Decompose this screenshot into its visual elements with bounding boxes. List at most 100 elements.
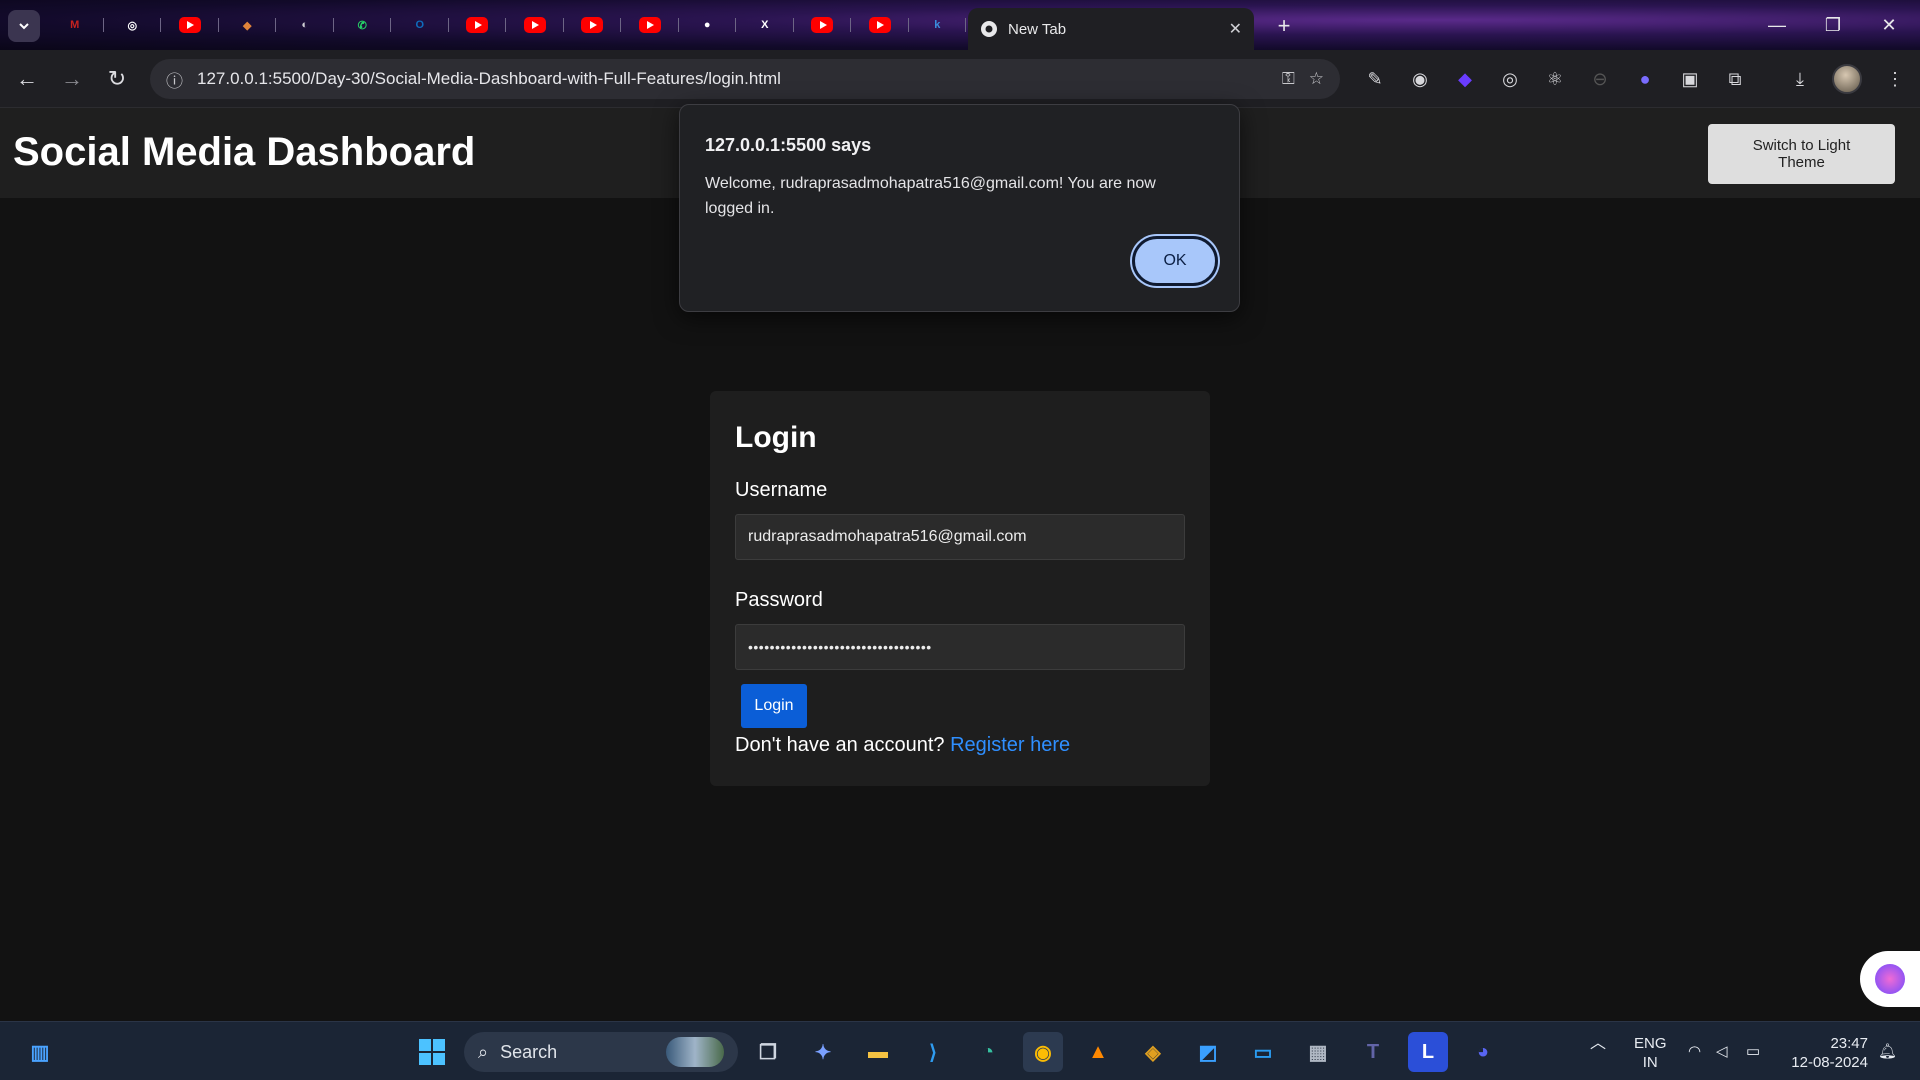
clock[interactable]: 23:47 12-08-2024 xyxy=(1788,1034,1868,1072)
eyedropper-icon[interactable]: ✎ xyxy=(1360,64,1390,94)
vlc-icon[interactable]: ▲ xyxy=(1078,1032,1118,1072)
target-icon[interactable]: ◎ xyxy=(1495,64,1525,94)
taskbar: ▥ ⌕ Search ❐ ✦ ▬ ⟩ ◔ ◉ ▲ ◈ ◩ ▭ ▦ T L ◕ ︿… xyxy=(0,1021,1920,1080)
app-l-icon[interactable]: L xyxy=(1408,1032,1448,1072)
taskbar-search-label: Search xyxy=(500,1041,558,1062)
photos-icon[interactable]: ◩ xyxy=(1188,1032,1228,1072)
pinned-tabs: M ◎ ◆ ◐ ✆ O ● Xk xyxy=(46,8,966,42)
windows-logo-icon xyxy=(419,1039,445,1065)
password-label: Password xyxy=(735,589,823,611)
youtube-icon xyxy=(811,17,834,33)
teams-icon[interactable]: T xyxy=(1353,1032,1393,1072)
menu-kebab-icon[interactable]: ⋮ xyxy=(1880,64,1910,94)
start-button[interactable] xyxy=(412,1032,452,1072)
pinned-tab[interactable] xyxy=(161,8,219,42)
youtube-icon xyxy=(868,17,891,33)
language-indicator[interactable]: ENG IN xyxy=(1634,1034,1667,1072)
search-highlight-image xyxy=(666,1037,724,1067)
new-tab-button[interactable]: + xyxy=(1270,12,1298,40)
extension-drop-icon[interactable]: ● xyxy=(1630,64,1660,94)
tray-overflow-icon[interactable]: ︿ xyxy=(1590,1034,1606,1053)
pinned-tab[interactable] xyxy=(506,8,564,42)
login-heading: Login xyxy=(735,421,817,454)
theme-toggle-button[interactable]: Switch to Light Theme xyxy=(1708,124,1895,184)
pinned-tab[interactable] xyxy=(851,8,909,42)
pinned-tab[interactable] xyxy=(621,8,679,42)
outlook-icon: O xyxy=(415,19,425,31)
edge-icon[interactable]: ◔ xyxy=(968,1032,1008,1072)
copilot-icon[interactable]: ✦ xyxy=(803,1032,843,1072)
volume-icon[interactable]: ◁ xyxy=(1716,1042,1728,1061)
pinned-tab[interactable]: k xyxy=(909,8,967,42)
active-tab-title: New Tab xyxy=(1008,20,1067,38)
pinned-tab[interactable]: ◎ xyxy=(104,8,162,42)
close-window-button[interactable]: ✕ xyxy=(1866,10,1912,40)
pinned-tab[interactable]: ● xyxy=(679,8,737,42)
username-label: Username xyxy=(735,479,828,501)
github-icon: ● xyxy=(703,19,711,31)
react-icon[interactable]: ⚛ xyxy=(1540,64,1570,94)
battery-icon[interactable]: ▭ xyxy=(1746,1042,1760,1061)
extension-icon[interactable]: ◉ xyxy=(1405,64,1435,94)
clock-time: 23:47 xyxy=(1830,1035,1868,1052)
task-view-icon[interactable]: ❐ xyxy=(748,1032,788,1072)
pinned-tab[interactable]: ✆ xyxy=(334,8,392,42)
address-bar[interactable]: ⓘ 127.0.0.1:5500/Day-30/Social-Media-Das… xyxy=(150,59,1340,99)
taskbar-search[interactable]: ⌕ Search xyxy=(464,1032,738,1072)
pinned-tab[interactable]: O xyxy=(391,8,449,42)
pinned-tab[interactable]: ◐ xyxy=(276,8,334,42)
username-input[interactable]: rudraprasadmohapatra516@gmail.com xyxy=(735,514,1185,560)
active-tab[interactable]: New Tab ✕ xyxy=(968,8,1254,50)
restore-button[interactable]: ❐ xyxy=(1810,10,1856,40)
widgets-icon[interactable]: ▥ xyxy=(20,1032,60,1072)
register-prompt: Don't have an account? xyxy=(735,734,945,756)
brain-icon xyxy=(1875,964,1905,994)
pinned-tab[interactable]: X xyxy=(736,8,794,42)
dialog-ok-button[interactable]: OK xyxy=(1132,236,1218,286)
reload-button[interactable]: ↻ xyxy=(102,64,132,94)
forward-button[interactable]: → xyxy=(57,64,87,94)
key-icon[interactable]: ⚿ xyxy=(1282,69,1295,89)
register-line: Don't have an account? Register here xyxy=(735,734,1070,757)
extension-diamond-icon[interactable]: ◆ xyxy=(1450,64,1480,94)
password-input[interactable]: •••••••••••••••••••••••••••••••••• xyxy=(735,624,1185,670)
zoom-icon[interactable]: ⊖ xyxy=(1585,64,1615,94)
dialog-message: Welcome, rudraprasadmohapatra516@gmail.c… xyxy=(705,175,1156,217)
app-diamond-icon[interactable]: ◈ xyxy=(1133,1032,1173,1072)
whatsapp-icon: ✆ xyxy=(357,19,367,32)
gmail-icon: M xyxy=(70,19,80,31)
dialog-title: 127.0.0.1:5500 says xyxy=(705,135,872,155)
tab-search-button[interactable] xyxy=(8,10,40,42)
pinned-tab[interactable]: ◆ xyxy=(219,8,277,42)
register-link[interactable]: Register here xyxy=(950,734,1070,756)
x-icon: X xyxy=(761,19,769,31)
calculator-icon[interactable]: ▦ xyxy=(1298,1032,1338,1072)
minimize-button[interactable]: — xyxy=(1754,10,1800,40)
codepen-icon: ◆ xyxy=(243,19,252,32)
close-tab-icon[interactable]: ✕ xyxy=(1229,19,1242,39)
pinned-tab[interactable] xyxy=(449,8,507,42)
vscode-icon[interactable]: ⟩ xyxy=(913,1032,953,1072)
back-button[interactable]: ← xyxy=(12,64,42,94)
pinned-tab[interactable] xyxy=(564,8,622,42)
site-info-icon[interactable]: ⓘ xyxy=(166,67,183,92)
notification-bell-icon[interactable]: 🔔︎ xyxy=(1878,1042,1897,1061)
discord-icon[interactable]: ◕ xyxy=(1463,1032,1503,1072)
login-card: Login Username rudraprasadmohapatra516@g… xyxy=(710,391,1210,786)
sidebar-assistant-button[interactable] xyxy=(1860,951,1920,1007)
bookmark-star-icon[interactable]: ☆ xyxy=(1309,69,1324,89)
search-icon: ⌕ xyxy=(478,1041,489,1062)
alert-dialog: 127.0.0.1:5500 says Welcome, rudraprasad… xyxy=(679,104,1240,312)
youtube-icon xyxy=(581,17,604,33)
search-lens-icon[interactable]: ▣ xyxy=(1675,64,1705,94)
profile-avatar[interactable] xyxy=(1832,64,1862,94)
login-button[interactable]: Login xyxy=(741,684,807,728)
chrome-taskbar-icon[interactable]: ◉ xyxy=(1023,1032,1063,1072)
file-explorer-icon[interactable]: ▬ xyxy=(858,1032,898,1072)
download-icon[interactable]: ⤓ xyxy=(1785,64,1815,94)
remote-desktop-icon[interactable]: ▭ xyxy=(1243,1032,1283,1072)
pinned-tab[interactable]: M xyxy=(46,8,104,42)
wifi-icon[interactable]: ◠ xyxy=(1688,1042,1701,1061)
pinned-tab[interactable] xyxy=(794,8,852,42)
extensions-puzzle-icon[interactable]: ⧉ xyxy=(1720,64,1750,94)
